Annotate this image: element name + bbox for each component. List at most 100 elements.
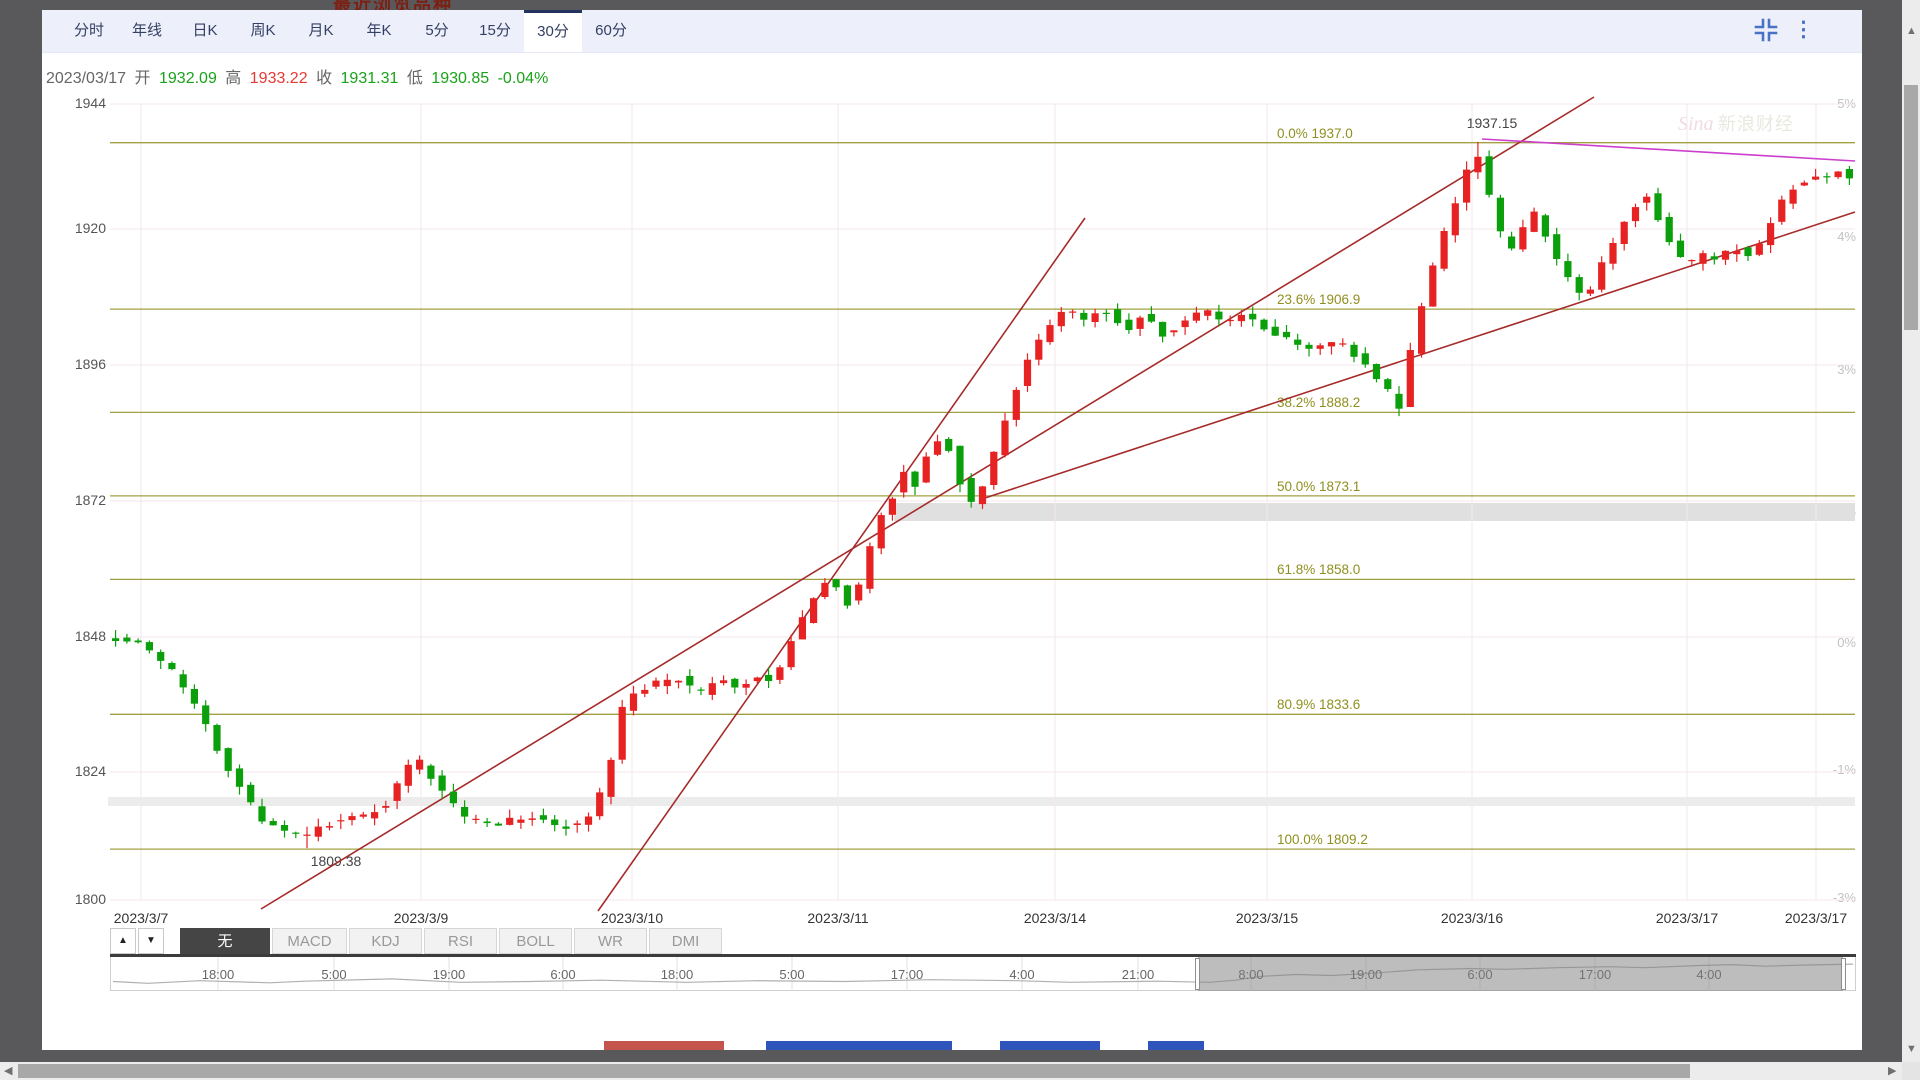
scroll-left-arrow[interactable]: ◀ (4, 1066, 12, 1077)
collapse-icon[interactable] (1753, 17, 1779, 43)
tab-年线[interactable]: 年线 (118, 10, 176, 52)
low-value: 1930.85 (431, 70, 489, 87)
high-annotation: 1937.15 (1467, 115, 1518, 131)
fibonacci-label: 50.0% 1873.1 (1277, 479, 1360, 494)
navigator-left-handle[interactable] (1195, 958, 1200, 990)
cutoff-content-blue2 (1000, 1041, 1100, 1050)
open-value: 1932.09 (159, 70, 217, 87)
tab-日K[interactable]: 日K (176, 10, 234, 52)
cutoff-content-blue3 (1148, 1041, 1204, 1050)
close-value: 1931.31 (341, 70, 399, 87)
candlestick-chart[interactable] (42, 10, 1862, 1050)
tabbar-actions: ⋮ (1753, 17, 1814, 43)
percent-axis-label: -1% (1806, 762, 1856, 777)
scroll-right-arrow[interactable]: ▶ (1888, 1066, 1896, 1077)
tab-60分[interactable]: 60分 (582, 10, 640, 52)
navigator-time-label: 21:00 (1122, 967, 1155, 982)
navigator-time-label: 5:00 (321, 967, 346, 982)
screen: 最近浏览品种 分时年线日K周K月K年K5分15分30分60分 ⋮ 2023/03… (0, 0, 1920, 1080)
indicator-button-WR[interactable]: WR (574, 928, 647, 954)
tab-5分[interactable]: 5分 (408, 10, 466, 52)
percent-axis-label: 1% (1806, 504, 1856, 519)
fibonacci-label: 38.2% 1888.2 (1277, 395, 1360, 410)
open-label: 开 (135, 70, 151, 87)
date-axis-label: 2023/3/11 (807, 910, 868, 926)
cutoff-content-blue1 (766, 1041, 952, 1050)
cutoff-content-red (604, 1041, 724, 1050)
fibonacci-label: 61.8% 1858.0 (1277, 562, 1360, 577)
tab-30分[interactable]: 30分 (524, 10, 582, 52)
date-axis-label: 2023/3/17 (1656, 910, 1718, 926)
watermark-text: 新浪财经 (1718, 114, 1794, 134)
change-value: -0.04% (498, 70, 549, 87)
price-axis-label: 1800 (50, 891, 106, 907)
date-axis-label: 2023/3/10 (601, 910, 663, 926)
fibonacci-label: 100.0% 1809.2 (1277, 832, 1368, 847)
overflow-menu-icon[interactable]: ⋮ (1793, 17, 1814, 43)
price-axis-label: 1944 (50, 95, 106, 111)
fibonacci-label: 23.6% 1906.9 (1277, 292, 1360, 307)
navigator-time-label: 5:00 (779, 967, 804, 982)
scrollbar-corner (1902, 1062, 1920, 1080)
percent-axis-label: 3% (1806, 362, 1856, 377)
indicator-button-无[interactable]: 无 (180, 928, 270, 954)
fibonacci-label: 80.9% 1833.6 (1277, 697, 1360, 712)
price-axis-label: 1824 (50, 763, 106, 779)
price-axis-label: 1872 (50, 492, 106, 508)
date-axis-label: 2023/3/17 (1785, 910, 1847, 926)
navigator-right-handle[interactable] (1841, 958, 1846, 990)
indicator-button-KDJ[interactable]: KDJ (349, 928, 422, 954)
indicator-button-RSI[interactable]: RSI (424, 928, 497, 954)
high-label: 高 (225, 70, 241, 87)
date-axis-label: 2023/3/15 (1236, 910, 1298, 926)
vertical-scrollbar-thumb[interactable] (1904, 85, 1918, 330)
tab-月K[interactable]: 月K (292, 10, 350, 52)
price-axis-label: 1896 (50, 356, 106, 372)
horizontal-scrollbar-thumb[interactable] (18, 1064, 1690, 1078)
indicator-toolbar: ▲ ▼ 无MACDKDJRSIBOLLWRDMI (110, 928, 722, 954)
percent-axis-label: 0% (1806, 635, 1856, 650)
scale-up-button[interactable]: ▲ (110, 928, 136, 954)
high-value: 1933.22 (250, 70, 308, 87)
date-axis-label: 2023/3/16 (1441, 910, 1503, 926)
tab-15分[interactable]: 15分 (466, 10, 524, 52)
fibonacci-label: 0.0% 1937.0 (1277, 126, 1353, 141)
navigator-time-label: 19:00 (433, 967, 466, 982)
scroll-down-arrow[interactable]: ▼ (1906, 1044, 1917, 1055)
watermark-subline: · ·· · ··· ·· · (1678, 136, 1794, 146)
date-axis-label: 2023/3/14 (1024, 910, 1086, 926)
navigator-selected-range[interactable] (1198, 957, 1843, 991)
chart-panel: 分时年线日K周K月K年K5分15分30分60分 ⋮ 2023/03/17 开 1… (42, 10, 1862, 1050)
tabbar-spacer (42, 10, 60, 52)
price-axis-label: 1920 (50, 220, 106, 236)
scroll-up-arrow[interactable]: ▲ (1906, 26, 1917, 37)
close-label: 收 (316, 70, 332, 87)
tab-周K[interactable]: 周K (234, 10, 292, 52)
indicator-button-MACD[interactable]: MACD (272, 928, 347, 954)
navigator-time-label: 18:00 (661, 967, 694, 982)
navigator-time-label: 4:00 (1009, 967, 1034, 982)
ohlc-bar: 2023/03/17 开 1932.09 高 1933.22 收 1931.31… (46, 64, 552, 88)
percent-axis-label: 5% (1806, 96, 1856, 111)
date-axis-label: 2023/3/9 (394, 910, 449, 926)
ohlc-date: 2023/03/17 (46, 70, 126, 87)
percent-axis-label: 4% (1806, 229, 1856, 244)
low-label: 低 (407, 70, 423, 87)
tab-年K[interactable]: 年K (350, 10, 408, 52)
period-tabbar: 分时年线日K周K月K年K5分15分30分60分 (42, 10, 1862, 53)
scale-down-button[interactable]: ▼ (138, 928, 164, 954)
sina-watermark: Sina 新浪财经 · ·· · ··· ·· · (1678, 110, 1794, 146)
low-annotation: 1809.38 (311, 853, 362, 869)
watermark-brand: Sina (1678, 113, 1714, 135)
horizontal-scrollbar[interactable]: ◀ ▶ (0, 1062, 1902, 1080)
date-axis-label: 2023/3/7 (114, 910, 169, 926)
vertical-scrollbar[interactable]: ▲ ▼ (1902, 0, 1920, 1080)
navigator-time-label: 6:00 (550, 967, 575, 982)
price-axis-label: 1848 (50, 628, 106, 644)
indicator-button-BOLL[interactable]: BOLL (499, 928, 572, 954)
tab-分时[interactable]: 分时 (60, 10, 118, 52)
navigator-time-label: 18:00 (202, 967, 235, 982)
percent-axis-label: -3% (1806, 890, 1856, 905)
navigator-time-label: 17:00 (891, 967, 924, 982)
indicator-button-DMI[interactable]: DMI (649, 928, 722, 954)
